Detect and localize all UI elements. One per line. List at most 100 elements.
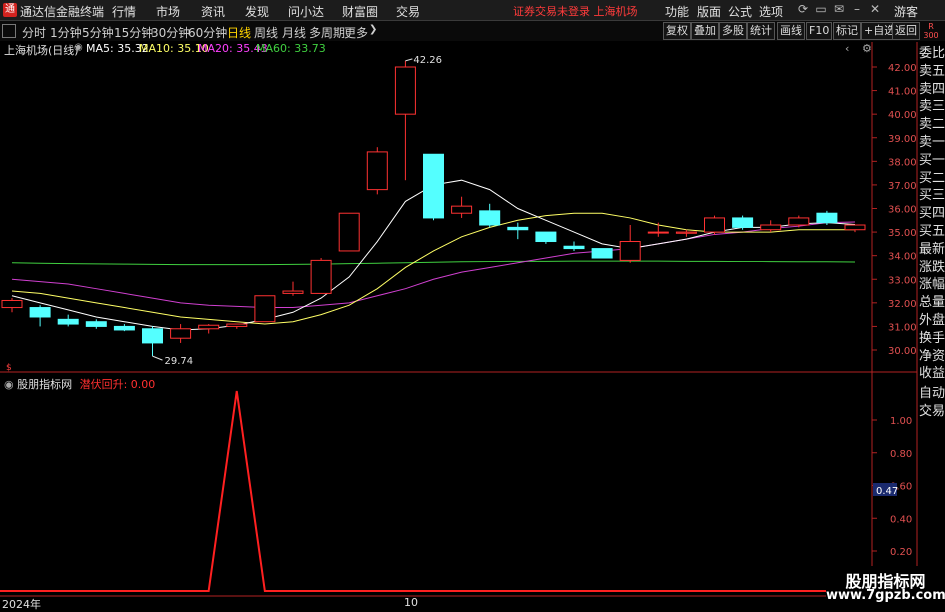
- candle-body-up: [647, 231, 669, 234]
- indicator-value-label: 潜伏回升: 0.00: [79, 378, 156, 391]
- candle-body-down: [142, 328, 163, 344]
- candle-body-down: [591, 248, 613, 259]
- candle: [282, 281, 304, 296]
- candle: [85, 319, 107, 329]
- candle: [310, 258, 332, 294]
- price-tick-label: 36.00: [888, 205, 917, 216]
- side-item[interactable]: 换手: [919, 329, 945, 348]
- candle: [198, 324, 220, 334]
- candle-body-up: [366, 151, 388, 191]
- side-item[interactable]: 卖一: [919, 133, 945, 152]
- collapse-icon[interactable]: ‹: [845, 42, 849, 55]
- price-tick-label: 34.00: [888, 252, 917, 263]
- candle: [647, 222, 669, 237]
- candle-body-up: [226, 323, 248, 327]
- candle: [479, 203, 501, 228]
- candle-body-down: [479, 210, 501, 226]
- side-item[interactable]: 最新: [919, 240, 945, 259]
- candle-body-down: [423, 153, 444, 219]
- candle: [394, 60, 416, 181]
- side-quote-panel: 委比 卖五 卖四 卖三 卖二 卖一 买一 买二 买三 买四 买五 最新 涨跌 涨幅 总量 外盘 换手 净资 收益: [918, 42, 945, 382]
- candle: [535, 231, 557, 244]
- ma-dropdown-icon[interactable]: ◉: [74, 42, 83, 53]
- candle-body-up: [844, 224, 866, 231]
- side-item[interactable]: 收益: [919, 364, 945, 383]
- price-tick-label: 30.00: [888, 346, 917, 357]
- settings-gear-icon[interactable]: ⚙: [862, 42, 872, 55]
- candle-body-up: [198, 324, 220, 330]
- candle-body-down: [29, 307, 51, 318]
- candle: [366, 147, 388, 195]
- side-item[interactable]: 买一: [919, 151, 945, 170]
- side-item[interactable]: 卖三: [919, 97, 945, 116]
- price-tick-label: 38.00: [888, 157, 917, 168]
- price-tick-label: 39.00: [888, 134, 917, 145]
- candle: [254, 295, 276, 323]
- candle-body-down: [816, 212, 838, 224]
- candle-body-down: [85, 321, 107, 327]
- price-axis: 42.00 41.00 40.00 39.00 38.00 37.00 36.00 35.00…: [872, 63, 917, 357]
- side-item[interactable]: 总量: [919, 293, 945, 312]
- side-item[interactable]: 买五: [919, 222, 945, 241]
- candle-body-up: [704, 217, 725, 233]
- indicator-line: [0, 390, 872, 592]
- low-annotation: 29.74: [165, 356, 194, 367]
- candle-body-up: [254, 295, 276, 323]
- side-item[interactable]: 外盘: [919, 311, 945, 330]
- candle-body-up: [338, 212, 360, 252]
- candle: [816, 210, 838, 226]
- candle: [29, 305, 51, 327]
- side-item[interactable]: 涨跌: [919, 258, 945, 277]
- price-tick-label: 33.00: [888, 275, 917, 286]
- side-item-bottom[interactable]: 交易: [919, 402, 945, 421]
- candle-body-up: [451, 205, 473, 214]
- candle-body-up: [394, 66, 416, 115]
- price-tick-label: 37.00: [888, 181, 917, 192]
- high-annotation: 42.26: [413, 55, 442, 66]
- side-item[interactable]: 卖五: [919, 62, 945, 81]
- price-tick-label: 32.00: [888, 299, 917, 310]
- low-pointer: [152, 355, 163, 361]
- candle-body-up: [170, 328, 192, 339]
- side-item[interactable]: 买三: [919, 186, 945, 205]
- side-item[interactable]: 净资: [919, 347, 945, 366]
- price-tick-label: 41.00: [888, 87, 917, 98]
- candle: [170, 324, 192, 343]
- candle: [563, 241, 585, 251]
- candle: [760, 220, 782, 233]
- candle: [423, 153, 444, 221]
- candle: [226, 323, 248, 329]
- candle: [57, 314, 79, 327]
- kline-chart[interactable]: 42.00 41.00 40.00 39.00 38.00 37.00 36.00 35.00…: [0, 0, 945, 609]
- candle-body-up: [1, 299, 23, 309]
- date-label-2024: 2024年: [2, 598, 41, 611]
- candle-body-up: [282, 290, 304, 294]
- indicator-dropdown-icon[interactable]: ◉: [4, 378, 14, 391]
- indicator-tick-label: 1.00: [890, 416, 912, 427]
- candle: [844, 224, 866, 233]
- date-axis: 2024年 10: [0, 596, 945, 611]
- side-item[interactable]: 买四: [919, 204, 945, 223]
- candle: [704, 215, 725, 235]
- candle: [507, 222, 529, 240]
- chart-frame: [0, 42, 918, 609]
- candle: [451, 196, 473, 218]
- side-item[interactable]: 委比: [919, 44, 945, 63]
- candle-body-down: [113, 325, 135, 331]
- candle: [591, 248, 613, 259]
- side-item[interactable]: 涨幅: [919, 275, 945, 294]
- candle-body-up: [788, 217, 810, 226]
- candle-body-down: [535, 231, 557, 243]
- price-tick-label: 35.00: [888, 228, 917, 239]
- watermark: 股朋指标网 www.7gpzb.com: [826, 566, 945, 609]
- indicator-name[interactable]: 股朋指标网: [17, 378, 72, 391]
- candle: [338, 212, 360, 252]
- candle-body-up: [675, 231, 697, 234]
- side-item[interactable]: 卖二: [919, 115, 945, 134]
- indicator-header: ◉ 股朋指标网 潜伏回升: 0.00: [4, 376, 155, 392]
- side-item-bottom[interactable]: 自动: [919, 384, 945, 403]
- side-item[interactable]: 买二: [919, 169, 945, 188]
- side-item[interactable]: 卖四: [919, 80, 945, 99]
- candle-body-up: [760, 224, 782, 231]
- candle-body-up: [310, 259, 332, 294]
